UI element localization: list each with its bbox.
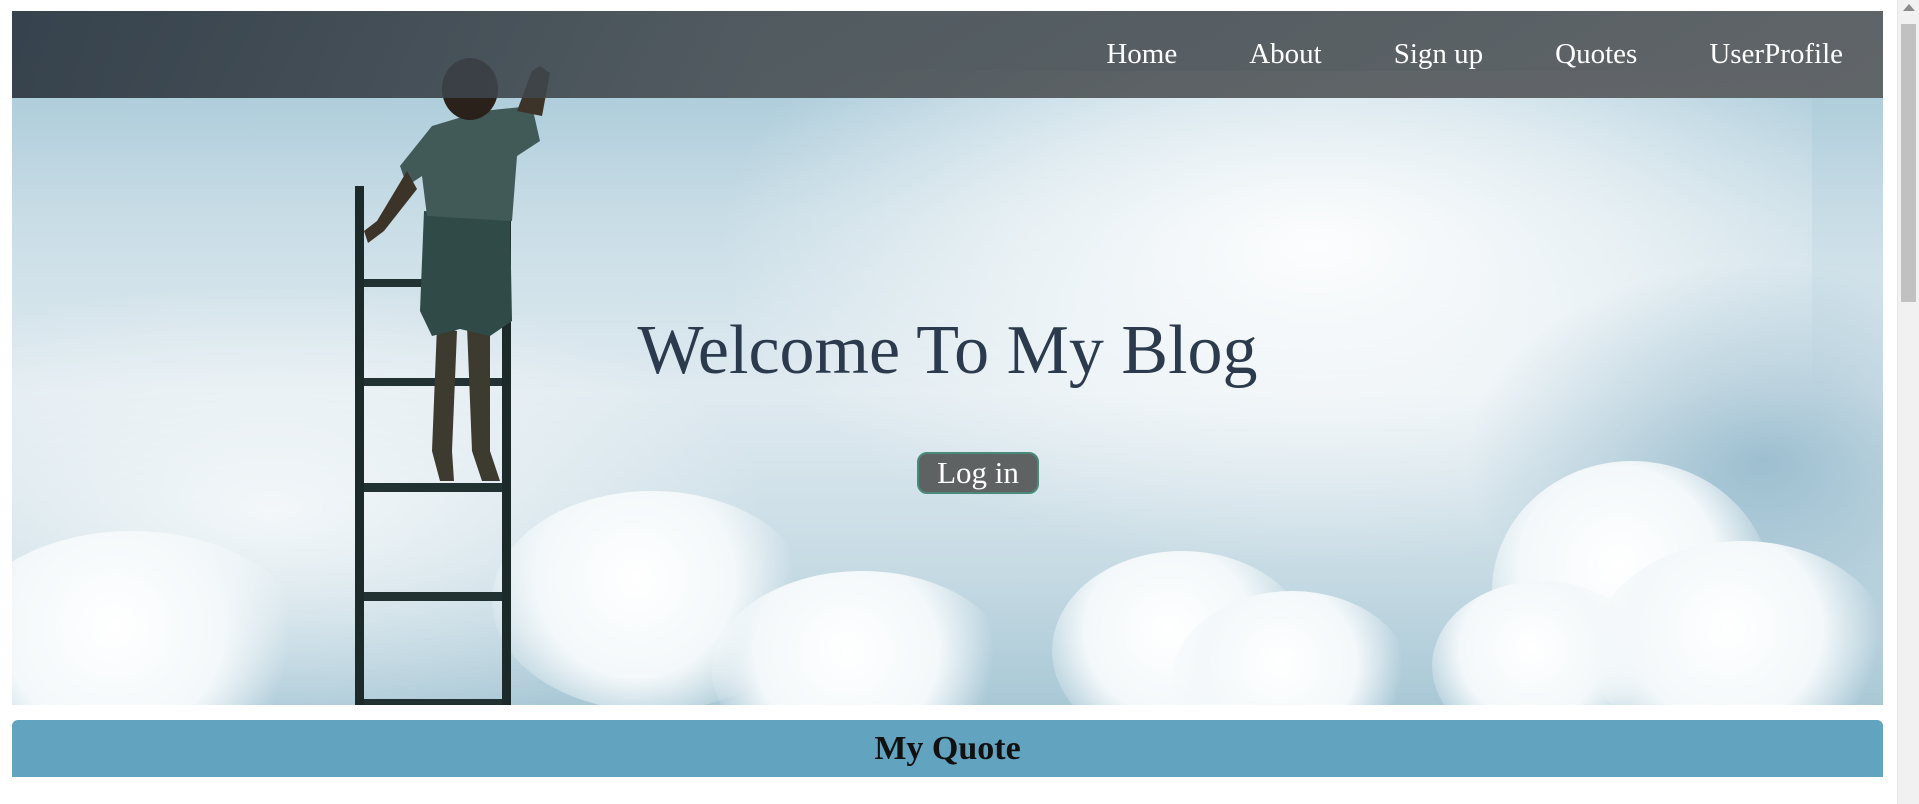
- nav-link-user-profile[interactable]: UserProfile: [1709, 38, 1843, 71]
- vertical-scrollbar[interactable]: [1897, 0, 1919, 804]
- top-navigation-bar: Home About Sign up Quotes UserProfile: [12, 11, 1883, 98]
- scrollbar-thumb[interactable]: [1901, 24, 1916, 302]
- quote-section-title: My Quote: [874, 730, 1021, 767]
- login-button[interactable]: Log in: [917, 452, 1039, 494]
- nav-link-sign-up[interactable]: Sign up: [1394, 38, 1483, 71]
- quote-section-header: My Quote: [12, 720, 1883, 777]
- hero-background-image: Welcome To My Blog Log in: [12, 11, 1883, 705]
- nav-links: Home About Sign up Quotes UserProfile: [1034, 11, 1843, 98]
- hero-title: Welcome To My Blog: [637, 312, 1258, 389]
- browser-viewport: Welcome To My Blog Log in Home About Sig…: [0, 0, 1919, 804]
- scroll-up-arrow-icon[interactable]: [1903, 4, 1915, 11]
- nav-link-home[interactable]: Home: [1106, 38, 1177, 71]
- nav-link-quotes[interactable]: Quotes: [1555, 38, 1637, 71]
- nav-link-about[interactable]: About: [1249, 38, 1322, 71]
- quote-section-body: [12, 777, 1883, 804]
